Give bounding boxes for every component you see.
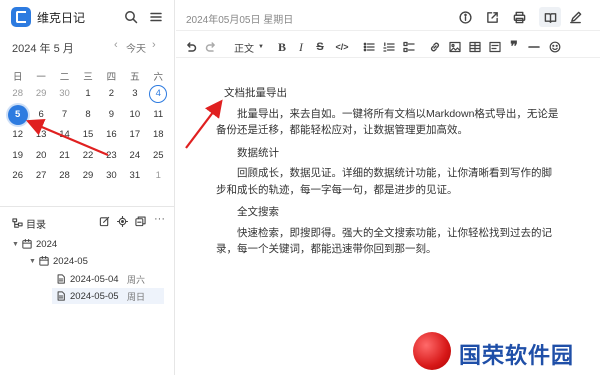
watermark: 国荣软件园	[413, 332, 595, 370]
annotation-arrows	[25, 99, 223, 157]
watermark-globe-icon	[413, 332, 451, 370]
annotation-arrow	[185, 99, 223, 149]
watermark-text: 国荣软件园	[459, 343, 575, 368]
app-window: 维克日记 2024 年 5 月 ‹ 今天 › 日一二三四五六 28 29 30 1 2 3…	[0, 0, 600, 375]
annotation-arrow	[25, 119, 109, 157]
